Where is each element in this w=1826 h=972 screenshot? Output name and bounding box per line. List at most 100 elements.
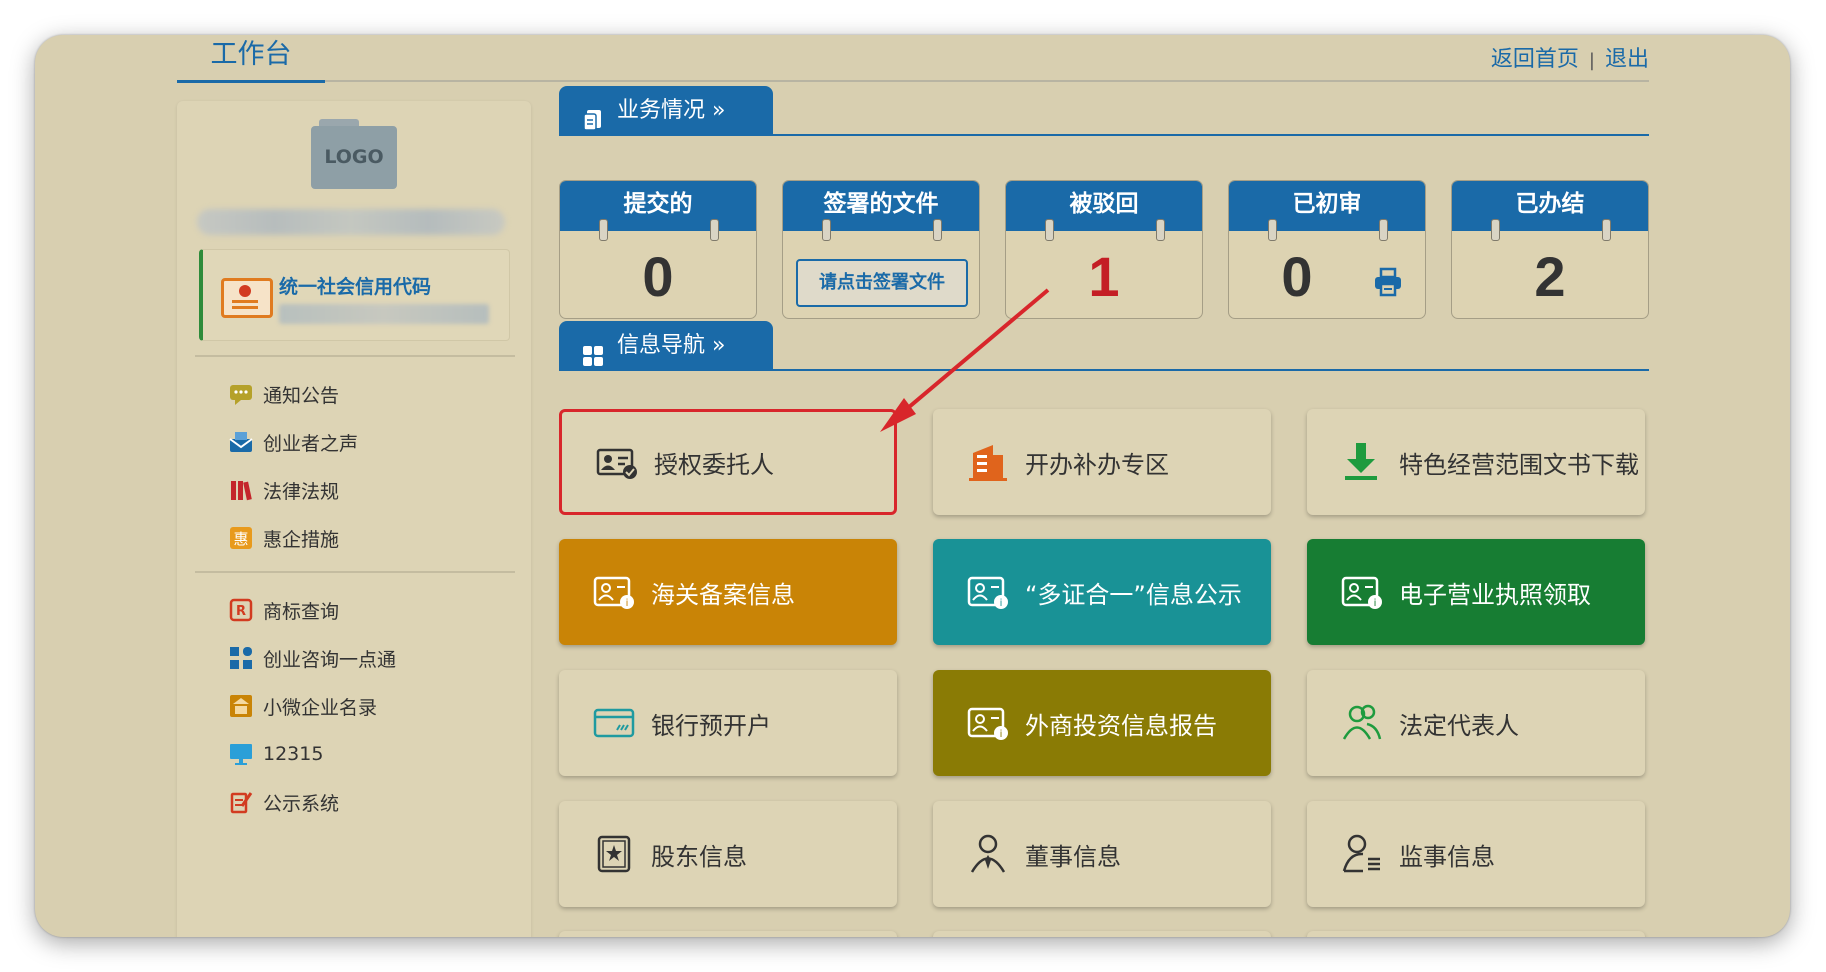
card-label: 授权委托人: [654, 450, 774, 479]
stat-label: 已初审: [1229, 181, 1425, 231]
bank-card-icon: [593, 702, 635, 744]
card-shareholder-info[interactable]: 股东信息: [559, 801, 897, 907]
card-business-scope-download[interactable]: 特色经营范围文书下载: [1307, 409, 1645, 515]
logout-link[interactable]: 退出: [1605, 47, 1649, 72]
sidebar-item-directory[interactable]: 小微企业名录: [229, 691, 377, 721]
card-label: 电子营业执照领取: [1399, 580, 1591, 609]
svg-text:i: i: [626, 598, 629, 609]
link-separator: |: [1588, 50, 1595, 71]
sidebar-item-consult[interactable]: 创业咨询一点通: [229, 643, 396, 673]
stat-label: 被驳回: [1006, 181, 1202, 231]
sidebar-item-trademark[interactable]: R 商标查询: [229, 595, 339, 625]
grid-nav-icon: [583, 335, 603, 366]
sidebar-item-voice[interactable]: 创业者之声: [229, 427, 358, 457]
card-label: 特色经营范围文书下载: [1399, 450, 1639, 479]
tab-info-nav[interactable]: 信息导航 »: [559, 321, 773, 371]
app-window: 工作台 返回首页 | 退出 LOGO 统一社会信用代码 通知公告 创业者之声 法…: [35, 35, 1790, 937]
publish-icon: [229, 790, 253, 814]
card-label: 海关备案信息: [651, 580, 795, 609]
card-label: 股东信息: [651, 842, 747, 871]
info-nav-section-title: 信息导航 »: [617, 333, 726, 358]
enterprise-icon: [229, 694, 253, 718]
sidebar-item-label: 小微企业名录: [263, 696, 378, 719]
card-customs-filing[interactable]: i 海关备案信息: [559, 539, 897, 645]
sidebar-item-label: 惠企措施: [263, 528, 340, 551]
card-director-info[interactable]: 董事信息: [933, 801, 1271, 907]
sidebar-item-12315[interactable]: 12315: [229, 739, 323, 769]
trademark-icon: R: [229, 598, 253, 622]
stat-submitted[interactable]: 提交的 0: [559, 180, 757, 319]
card-supervisor-info[interactable]: 监事信息: [1307, 801, 1645, 907]
svg-text:i: i: [1374, 598, 1377, 609]
stat-label: 已办结: [1452, 181, 1648, 231]
sidebar-item-label: 12315: [263, 743, 324, 765]
profile-info-icon: i: [967, 571, 1009, 613]
monitor-icon: [229, 742, 253, 766]
card-label: 董事信息: [1025, 842, 1121, 871]
profile-info-icon: i: [1341, 571, 1383, 613]
svg-text:i: i: [1000, 729, 1003, 740]
sidebar: LOGO 统一社会信用代码 通知公告 创业者之声 法律法规 惠 惠企措施 R 商…: [177, 101, 531, 937]
logo-text: LOGO: [311, 126, 397, 189]
company-logo: LOGO: [311, 119, 397, 189]
tab-business[interactable]: 业务情况 »: [559, 86, 773, 136]
notice-icon: [229, 382, 253, 406]
id-card-icon: [596, 441, 638, 483]
card-partial: [1307, 931, 1645, 937]
company-name-blurred: [197, 209, 505, 235]
license-icon: [221, 278, 273, 318]
sidebar-item-label: 法律法规: [263, 480, 340, 503]
credit-code-blurred: [279, 304, 489, 324]
stat-value: 2: [1534, 245, 1566, 308]
business-section-title: 业务情况 »: [617, 98, 726, 123]
benefit-icon: 惠: [229, 526, 253, 550]
building-icon: [967, 441, 1009, 483]
sidebar-item-label: 创业者之声: [263, 432, 359, 455]
print-icon[interactable]: [1373, 267, 1403, 297]
people-icon: [1341, 702, 1383, 744]
sidebar-item-notice[interactable]: 通知公告: [229, 379, 339, 409]
grid-icon: [229, 646, 253, 670]
sidebar-item-label: 商标查询: [263, 600, 340, 623]
card-legal-representative[interactable]: 法定代表人: [1307, 670, 1645, 776]
profile-info-icon: i: [593, 571, 635, 613]
card-multi-cert-publicity[interactable]: i “多证合一”信息公示: [933, 539, 1271, 645]
sidebar-item-publicity[interactable]: 公示系统: [229, 787, 339, 817]
sidebar-item-label: 公示系统: [263, 792, 340, 815]
mail-icon: [229, 430, 253, 454]
sidebar-item-label: 通知公告: [263, 384, 340, 407]
card-label: 外商投资信息报告: [1025, 711, 1217, 740]
card-partial: [559, 931, 897, 937]
card-label: 法定代表人: [1399, 711, 1519, 740]
card-label: 开办补办专区: [1025, 450, 1169, 479]
document-icon: [583, 100, 603, 131]
svg-text:R: R: [236, 604, 246, 619]
stat-preliminary[interactable]: 已初审 0: [1228, 180, 1426, 319]
card-e-license[interactable]: i 电子营业执照领取: [1307, 539, 1645, 645]
card-open-reissue[interactable]: 开办补办专区: [933, 409, 1271, 515]
card-partial: [933, 931, 1271, 937]
books-icon: [229, 478, 253, 502]
stat-completed[interactable]: 已办结 2: [1451, 180, 1649, 319]
card-foreign-investment[interactable]: i 外商投资信息报告: [933, 670, 1271, 776]
sidebar-item-benefits[interactable]: 惠 惠企措施: [229, 523, 339, 553]
card-authorized-agent[interactable]: 授权委托人: [559, 409, 897, 515]
credit-code-label: 统一社会信用代码: [279, 276, 432, 298]
stat-label: 提交的: [560, 181, 756, 231]
sidebar-item-label: 创业咨询一点通: [263, 648, 397, 671]
stat-value: 0: [1281, 245, 1313, 308]
card-label: 监事信息: [1399, 842, 1495, 871]
certificate-icon: [593, 833, 635, 875]
stat-label: 签署的文件: [783, 181, 979, 231]
card-bank-preopen[interactable]: 银行预开户: [559, 670, 897, 776]
sign-files-button[interactable]: 请点击签署文件: [796, 259, 968, 307]
svg-text:惠: 惠: [233, 530, 248, 548]
card-label: 银行预开户: [651, 711, 771, 740]
sidebar-divider: [195, 355, 515, 357]
card-label: “多证合一”信息公示: [1025, 580, 1242, 609]
home-link[interactable]: 返回首页: [1491, 47, 1579, 72]
page-title: 工作台: [177, 35, 325, 83]
stat-rejected[interactable]: 被驳回 1: [1005, 180, 1203, 319]
sidebar-item-laws[interactable]: 法律法规: [229, 475, 339, 505]
credit-code-box: 统一社会信用代码: [199, 249, 510, 341]
